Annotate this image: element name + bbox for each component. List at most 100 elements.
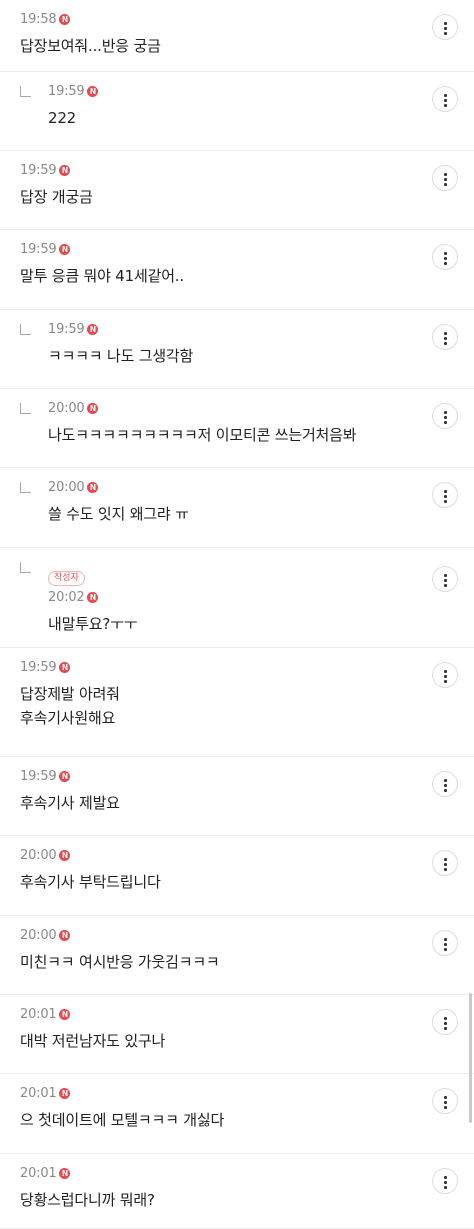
more-dots-icon	[444, 1176, 447, 1179]
more-dots-icon	[444, 1186, 447, 1189]
comment-meta: 19:59 N	[0, 767, 474, 785]
comment-time: 19:59	[20, 162, 57, 178]
comment-item: 19:59 N 답장제발 아려줘 후속기사원해요	[0, 648, 474, 757]
reply-comment: 20:00 N 나도ㅋㅋㅋㅋㅋㅋㅋㅋㅋ저 이모티콘 쓰는거처음봐	[0, 389, 474, 468]
more-dots-icon	[444, 943, 447, 946]
reply-arrow-icon	[20, 482, 31, 493]
comment-meta: 20:00 N	[0, 846, 474, 864]
comment-item: 20:01 N 당황스럽다니까 뭐래?	[0, 1154, 474, 1229]
comment-meta: 20:00 N	[28, 478, 474, 496]
more-options-button[interactable]	[432, 1168, 458, 1194]
comment-time: 19:59	[48, 83, 85, 99]
more-options-button[interactable]	[432, 850, 458, 876]
more-options-button[interactable]	[432, 1009, 458, 1035]
comment-item: 20:00 N 미친ㅋㅋ 여시반응 가웃김ㅋㅋㅋ	[0, 916, 474, 995]
new-badge-icon: N	[59, 849, 71, 861]
comment-meta: 19:59 N	[0, 658, 474, 676]
comment-text: ㅋㅋㅋㅋ 나도 그생각함	[48, 347, 194, 365]
scrollbar[interactable]	[469, 993, 472, 1123]
new-badge-icon: N	[87, 591, 99, 603]
comment-meta: 20:00 N	[28, 399, 474, 417]
comment-time: 20:01	[20, 1085, 57, 1101]
more-options-button[interactable]	[432, 930, 458, 956]
more-options-button[interactable]	[432, 86, 458, 112]
reply-comment: 19:59 N ㅋㅋㅋㅋ 나도 그생각함	[0, 310, 474, 389]
more-options-button[interactable]	[432, 771, 458, 797]
more-dots-icon	[444, 1096, 447, 1099]
comment-text: 으 첫데이트에 모텔ㅋㅋㅋ 개싫다	[20, 1111, 225, 1129]
more-dots-icon	[444, 411, 447, 414]
more-dots-icon	[444, 22, 447, 25]
comment-time: 19:59	[20, 241, 57, 257]
more-dots-icon	[444, 863, 447, 866]
comment-meta: 19:58 N	[0, 10, 474, 28]
comment-item: 19:59 N 말투 응큼 뭐야 41세같어..	[0, 230, 474, 310]
comment-meta: 20:02 N	[28, 588, 474, 606]
more-options-button[interactable]	[432, 482, 458, 508]
comment-time: 20:00	[48, 479, 85, 495]
reply-comment: 20:00 N 쓸 수도 잇지 왜그랴 ㅠ	[0, 468, 474, 548]
more-dots-icon	[444, 789, 447, 792]
comment-text: 당황스럽다니까 뭐래?	[20, 1191, 155, 1209]
comment-text: 말투 응큼 뭐야 41세같어..	[20, 267, 184, 285]
comment-text: 답장제발 아려줘 후속기사원해요	[20, 685, 120, 727]
more-options-button[interactable]	[432, 324, 458, 350]
comment-time: 20:00	[48, 400, 85, 416]
new-badge-icon: N	[59, 164, 71, 176]
new-badge-icon: N	[59, 13, 71, 25]
new-badge-icon: N	[87, 402, 99, 414]
comment-meta: 20:01 N	[0, 1164, 474, 1182]
more-dots-icon	[444, 680, 447, 683]
more-dots-icon	[444, 670, 447, 673]
comment-text: 나도ㅋㅋㅋㅋㅋㅋㅋㅋㅋ저 이모티콘 쓰는거처음봐	[48, 426, 357, 444]
more-dots-icon	[444, 178, 447, 181]
more-options-button[interactable]	[432, 566, 458, 592]
more-options-button[interactable]	[432, 244, 458, 270]
more-dots-icon	[444, 938, 447, 941]
new-badge-icon: N	[59, 243, 71, 255]
reply-comment: 19:59 N 222	[0, 72, 474, 151]
comment-item: 19:59 N 답장 개궁금	[0, 151, 474, 230]
more-dots-icon	[444, 416, 447, 419]
more-dots-icon	[444, 27, 447, 30]
more-dots-icon	[444, 173, 447, 176]
more-options-button[interactable]	[432, 165, 458, 191]
more-dots-icon	[444, 421, 447, 424]
comment-text: 답장 개궁금	[20, 188, 93, 206]
comment-time: 19:59	[20, 659, 57, 675]
more-dots-icon	[444, 490, 447, 493]
new-badge-icon: N	[87, 481, 99, 493]
more-dots-icon	[444, 675, 447, 678]
more-dots-icon	[444, 948, 447, 951]
more-options-button[interactable]	[432, 403, 458, 429]
more-dots-icon	[444, 94, 447, 97]
more-options-button[interactable]	[432, 1088, 458, 1114]
comment-time: 20:02	[48, 589, 85, 605]
comment-text: 후속기사 제발요	[20, 794, 120, 812]
reply-arrow-icon	[20, 403, 31, 414]
more-dots-icon	[444, 1027, 447, 1030]
comment-time: 20:00	[20, 927, 57, 943]
comment-item: 20:00 N 후속기사 부탁드립니다	[0, 836, 474, 916]
more-dots-icon	[444, 574, 447, 577]
more-dots-icon	[444, 1017, 447, 1020]
more-dots-icon	[444, 262, 447, 265]
reply-arrow-icon	[20, 562, 31, 573]
more-dots-icon	[444, 1181, 447, 1184]
comment-list: 19:58 N 답장보여줘...반응 궁금 19:59 N 222 19:59 N 답장 개궁금…	[0, 0, 474, 1229]
comment-text: 후속기사 부탁드립니다	[20, 873, 161, 891]
more-options-button[interactable]	[432, 14, 458, 40]
more-options-button[interactable]	[432, 662, 458, 688]
comment-time: 20:00	[20, 847, 57, 863]
more-dots-icon	[444, 332, 447, 335]
more-dots-icon	[444, 337, 447, 340]
comment-text: 대박 저런남자도 있구나	[20, 1032, 166, 1050]
comment-item: 20:01 N 대박 저런남자도 있구나	[0, 995, 474, 1074]
new-badge-icon: N	[87, 323, 99, 335]
comment-time: 20:01	[20, 1165, 57, 1181]
comment-meta: 20:01 N	[0, 1005, 474, 1023]
more-dots-icon	[444, 1101, 447, 1104]
comment-time: 19:59	[20, 768, 57, 784]
comment-meta: 20:00 N	[0, 926, 474, 944]
new-badge-icon: N	[59, 1087, 71, 1099]
